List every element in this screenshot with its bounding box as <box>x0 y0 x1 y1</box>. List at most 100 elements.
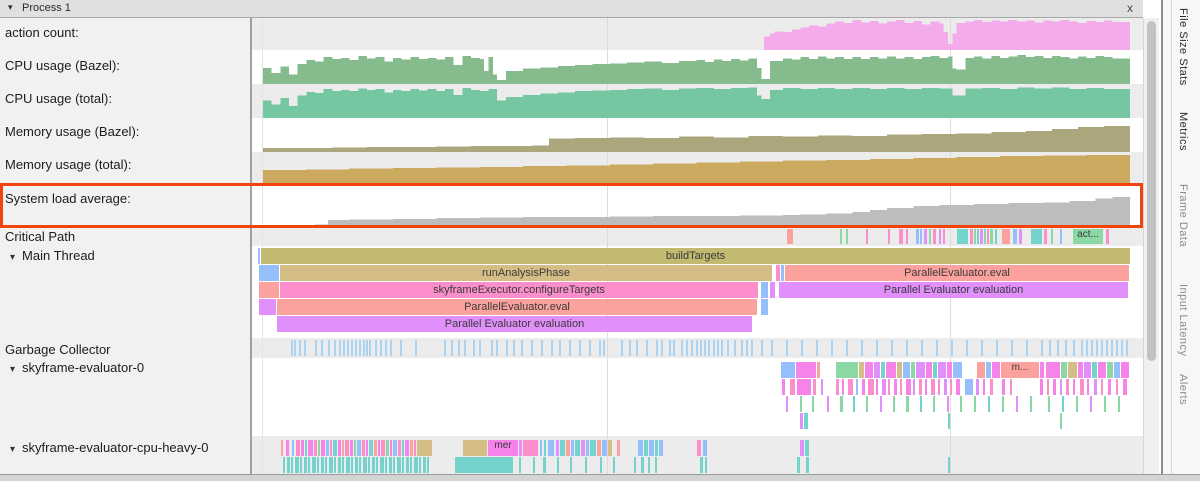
gc-tick[interactable] <box>291 340 293 356</box>
evaluator0-slice[interactable] <box>1121 362 1129 378</box>
gc-tick[interactable] <box>380 340 382 356</box>
evaluator0-slice[interactable] <box>1087 379 1089 395</box>
cpu-heavy-slice[interactable] <box>292 440 294 456</box>
evaluator0-slice[interactable] <box>1090 396 1092 412</box>
cpu-heavy-slice[interactable] <box>585 457 587 473</box>
evaluator0-slice[interactable] <box>960 396 962 412</box>
cpu-heavy-slice[interactable] <box>410 457 412 473</box>
cpu-heavy-slice[interactable]: mer <box>488 440 518 456</box>
gc-tick[interactable] <box>801 340 803 356</box>
cpu-heavy-slice[interactable] <box>291 457 293 473</box>
critical-path-slice[interactable] <box>1060 229 1062 244</box>
gc-tick[interactable] <box>491 340 493 356</box>
evaluator0-slice[interactable] <box>853 396 855 412</box>
gc-tick[interactable] <box>359 340 361 356</box>
gc-tick[interactable] <box>1086 340 1088 356</box>
evaluator0-slice[interactable] <box>933 362 937 378</box>
cpu-heavy-slice[interactable] <box>366 440 368 456</box>
evaluator0-slice[interactable] <box>827 396 829 412</box>
cpu-heavy-slice[interactable] <box>414 457 418 473</box>
evaluator0-slice[interactable] <box>983 379 985 395</box>
evaluator0-slice[interactable] <box>897 362 902 378</box>
gc-tick[interactable] <box>746 340 748 356</box>
gc-tick[interactable] <box>513 340 515 356</box>
evaluator0-slice[interactable] <box>911 362 915 378</box>
gc-tick[interactable] <box>646 340 648 356</box>
evaluator0-slice[interactable] <box>790 379 795 395</box>
evaluator0-slice[interactable] <box>800 396 802 412</box>
cpu-heavy-slice[interactable] <box>697 440 701 456</box>
evaluator0-slice[interactable] <box>886 362 896 378</box>
critical-path-slice[interactable] <box>939 229 941 244</box>
vertical-scrollbar[interactable] <box>1143 18 1159 474</box>
cpu-heavy-slice[interactable] <box>386 440 389 456</box>
evaluator0-slice[interactable] <box>812 396 814 412</box>
cpu-heavy-slice[interactable] <box>300 457 302 473</box>
evaluator0-slice[interactable] <box>1098 362 1106 378</box>
critical-path-slice[interactable] <box>943 229 945 244</box>
evaluator0-slice[interactable] <box>894 379 897 395</box>
gc-tick[interactable] <box>496 340 498 356</box>
gc-tick[interactable] <box>1116 340 1118 356</box>
evaluator0-slice[interactable] <box>882 379 886 395</box>
gc-tick[interactable] <box>691 340 693 356</box>
gc-tick[interactable] <box>951 340 953 356</box>
gc-tick[interactable] <box>861 340 863 356</box>
cpu-heavy-slice[interactable] <box>590 440 596 456</box>
critical-path-slice[interactable] <box>974 229 976 244</box>
cpu-heavy-slice[interactable] <box>570 457 572 473</box>
cpu-heavy-slice[interactable] <box>334 457 336 473</box>
track-label-skyframe-evaluator-cpu-heavy-0[interactable]: ▾skyframe-evaluator-cpu-heavy-0 <box>10 440 208 455</box>
main-thread-slice[interactable]: skyframeExecutor.configureTargets <box>280 282 758 298</box>
cpu-heavy-slice[interactable] <box>305 440 307 456</box>
gc-tick[interactable] <box>816 340 818 356</box>
evaluator0-slice[interactable] <box>1002 379 1005 395</box>
critical-path-slice[interactable] <box>899 229 903 244</box>
gc-tick[interactable] <box>589 340 591 356</box>
cpu-heavy-slice[interactable] <box>543 457 546 473</box>
process-header[interactable]: ▾ Process 1 x <box>0 0 1143 18</box>
evaluator0-slice[interactable] <box>926 362 932 378</box>
main-thread-slice[interactable] <box>761 282 768 298</box>
cpu-heavy-slice[interactable] <box>560 440 565 456</box>
cpu-heavy-slice[interactable] <box>321 457 324 473</box>
gc-tick[interactable] <box>771 340 773 356</box>
gc-tick[interactable] <box>304 340 306 356</box>
critical-path-slice[interactable] <box>929 229 931 244</box>
cpu-heavy-slice[interactable] <box>519 457 521 473</box>
evaluator0-slice[interactable] <box>925 379 927 395</box>
evaluator0-slice[interactable] <box>1107 362 1113 378</box>
cpu-heavy-slice[interactable] <box>805 440 809 456</box>
cpu-heavy-slice[interactable] <box>372 457 375 473</box>
cpu-heavy-slice[interactable] <box>402 457 404 473</box>
cpu-heavy-slice[interactable] <box>393 440 397 456</box>
cpu-heavy-slice[interactable] <box>948 457 950 473</box>
critical-path-slice[interactable] <box>1106 229 1109 244</box>
gc-tick[interactable] <box>506 340 508 356</box>
gc-tick[interactable] <box>704 340 706 356</box>
cpu-heavy-slice[interactable] <box>385 457 387 473</box>
gc-tick[interactable] <box>1101 340 1103 356</box>
evaluator0-slice[interactable] <box>1030 396 1032 412</box>
gc-tick[interactable] <box>521 340 523 356</box>
evaluator0-slice[interactable] <box>944 379 947 395</box>
gc-tick[interactable] <box>464 340 466 356</box>
gc-tick[interactable] <box>579 340 581 356</box>
evaluator0-slice[interactable] <box>988 396 990 412</box>
evaluator0-slice[interactable]: m... <box>1001 362 1039 378</box>
cpu-heavy-slice[interactable] <box>398 440 401 456</box>
gc-tick[interactable] <box>369 340 371 356</box>
gc-tick[interactable] <box>603 340 605 356</box>
gc-tick[interactable] <box>1096 340 1098 356</box>
gc-tick[interactable] <box>686 340 688 356</box>
evaluator0-slice[interactable] <box>1116 379 1118 395</box>
evaluator0-slice[interactable] <box>856 379 858 395</box>
cpu-heavy-slice[interactable] <box>345 440 349 456</box>
collapse-arrow-icon[interactable]: ▾ <box>8 2 13 13</box>
gc-tick[interactable] <box>328 340 330 356</box>
cpu-heavy-slice[interactable] <box>455 457 513 473</box>
cpu-heavy-slice[interactable] <box>325 457 327 473</box>
evaluator0-slice[interactable] <box>881 362 885 378</box>
cpu-heavy-slice[interactable] <box>321 440 325 456</box>
cpu-heavy-slice[interactable] <box>390 440 392 456</box>
